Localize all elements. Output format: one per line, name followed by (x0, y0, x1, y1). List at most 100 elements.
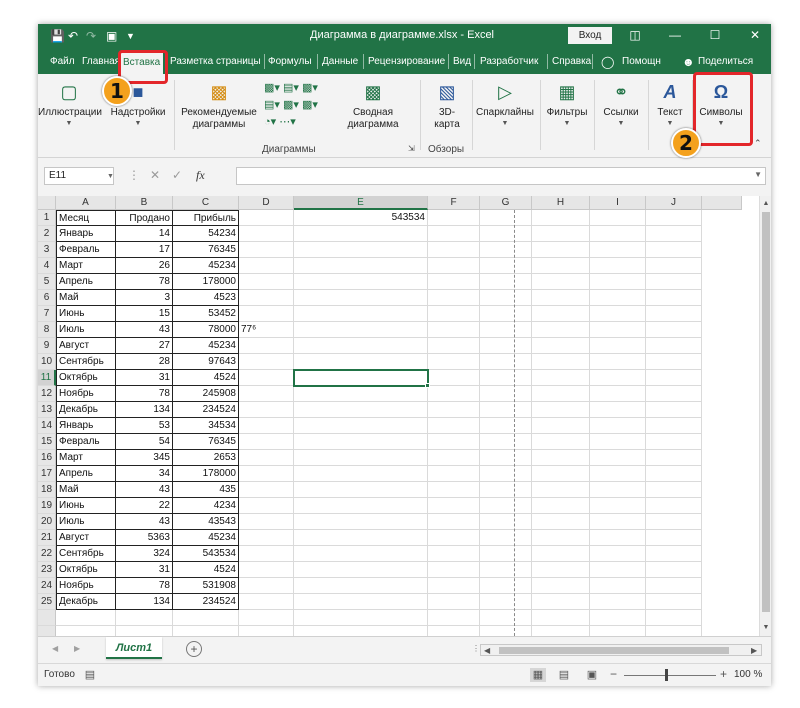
cell-e[interactable] (294, 386, 428, 402)
cell-e[interactable] (294, 290, 428, 306)
cell-g[interactable] (480, 386, 532, 402)
cell-h[interactable] (532, 242, 590, 258)
maximize-icon[interactable]: ☐ (702, 27, 728, 44)
cell-a[interactable]: Январь (56, 226, 116, 242)
cell-e[interactable] (294, 610, 428, 626)
row-header[interactable]: 11 (38, 370, 56, 386)
cell-a[interactable]: Июль (56, 322, 116, 338)
cell-j[interactable] (646, 258, 702, 274)
cell-j[interactable] (646, 210, 702, 226)
cell-j[interactable] (646, 322, 702, 338)
filters-button[interactable]: ▦ Фильтры ▼ (542, 80, 592, 128)
cell-h[interactable] (532, 290, 590, 306)
cell-f[interactable] (428, 450, 480, 466)
next-sheet-icon[interactable]: ▶ (74, 644, 80, 653)
cell-d[interactable] (239, 370, 294, 386)
cell-a[interactable]: Ноябрь (56, 386, 116, 402)
formula-input[interactable]: ▼ (236, 167, 766, 185)
cell-b[interactable]: 28 (116, 354, 173, 370)
cell-j[interactable] (646, 514, 702, 530)
row-header[interactable]: 24 (38, 578, 56, 594)
cell-i[interactable] (590, 354, 646, 370)
cell-h[interactable] (532, 610, 590, 626)
cell-c[interactable]: 178000 (173, 466, 239, 482)
row-header[interactable]: 15 (38, 434, 56, 450)
cell-a[interactable]: Август (56, 530, 116, 546)
row-header[interactable]: 6 (38, 290, 56, 306)
cell-e[interactable] (294, 530, 428, 546)
cell-d[interactable] (239, 626, 294, 636)
cell-d[interactable] (239, 562, 294, 578)
cell-a[interactable]: Сентябрь (56, 546, 116, 562)
cell-h[interactable] (532, 258, 590, 274)
cell-i[interactable] (590, 258, 646, 274)
cell-b[interactable]: 27 (116, 338, 173, 354)
cell-d[interactable] (239, 514, 294, 530)
cell-g[interactable] (480, 434, 532, 450)
cell-g[interactable] (480, 466, 532, 482)
cell-d[interactable] (239, 482, 294, 498)
cell-i[interactable] (590, 434, 646, 450)
cell-i[interactable] (590, 338, 646, 354)
save-icon[interactable]: 💾 (50, 28, 65, 44)
cell-b[interactable]: 53 (116, 418, 173, 434)
cell-d[interactable] (239, 402, 294, 418)
cell-a[interactable]: Февраль (56, 242, 116, 258)
cell-j[interactable] (646, 370, 702, 386)
prev-sheet-icon[interactable]: ◀ (52, 644, 58, 653)
cell-j[interactable] (646, 402, 702, 418)
illustrations-button[interactable]: ▢ Иллюстрации ▼ (38, 80, 102, 128)
tab-view[interactable]: Вид (453, 54, 471, 70)
cell-c[interactable]: 234524 (173, 594, 239, 610)
cell-g[interactable] (480, 338, 532, 354)
cell-a[interactable]: Сентябрь (56, 354, 116, 370)
cell-h[interactable] (532, 434, 590, 450)
cell-j[interactable] (646, 466, 702, 482)
cell-f[interactable] (428, 578, 480, 594)
cell-c[interactable]: 76345 (173, 434, 239, 450)
cell-a[interactable]: Октябрь (56, 370, 116, 386)
cell-h[interactable] (532, 450, 590, 466)
cell-e[interactable] (294, 546, 428, 562)
chart-type-gallery[interactable]: ▩▾ ▤▾ ▩▾ ▤▾ ▩▾ ▩▾ ◔▾ ⋯▾ (264, 80, 328, 131)
cell-i[interactable] (590, 290, 646, 306)
close-icon[interactable]: ✕ (742, 27, 768, 44)
cell-e[interactable] (294, 498, 428, 514)
tab-file[interactable]: Файл (50, 54, 75, 70)
row-header[interactable]: 19 (38, 498, 56, 514)
vertical-scrollbar[interactable]: ▲ ▼ (759, 196, 771, 636)
cell-a[interactable]: Июнь (56, 306, 116, 322)
customize-toolbar-icon[interactable]: ▼ (126, 28, 135, 44)
cell-h[interactable] (532, 530, 590, 546)
cell-b[interactable]: 15 (116, 306, 173, 322)
cell-f[interactable] (428, 370, 480, 386)
cell-c[interactable]: 97643 (173, 354, 239, 370)
cell-c[interactable]: Прибыль (173, 210, 239, 226)
cell-i[interactable] (590, 466, 646, 482)
column-header-c[interactable]: C (173, 196, 239, 210)
cell-a[interactable]: Март (56, 258, 116, 274)
cell-b[interactable]: 3 (116, 290, 173, 306)
cell-h[interactable] (532, 562, 590, 578)
cell-a[interactable]: Ноябрь (56, 578, 116, 594)
row-header[interactable] (38, 610, 56, 626)
cell-c[interactable]: 45234 (173, 338, 239, 354)
cell-g[interactable] (480, 450, 532, 466)
cell-g[interactable] (480, 530, 532, 546)
cell-a[interactable]: Апрель (56, 466, 116, 482)
cell-g[interactable] (480, 354, 532, 370)
macro-record-icon[interactable]: ▤ (82, 668, 98, 682)
cell-c[interactable]: 54234 (173, 226, 239, 242)
cell-g[interactable] (480, 210, 532, 226)
cell-j[interactable] (646, 546, 702, 562)
zoom-slider[interactable] (624, 675, 716, 676)
tab-developer[interactable]: Разработчик (480, 54, 538, 70)
cell-f[interactable] (428, 546, 480, 562)
cell-i[interactable] (590, 386, 646, 402)
cell-f[interactable] (428, 354, 480, 370)
cell-i[interactable] (590, 482, 646, 498)
cell-j[interactable] (646, 418, 702, 434)
waterfall-chart-icon[interactable]: ▩▾ (302, 82, 318, 94)
cell-h[interactable] (532, 498, 590, 514)
column-header-a[interactable]: A (56, 196, 116, 210)
